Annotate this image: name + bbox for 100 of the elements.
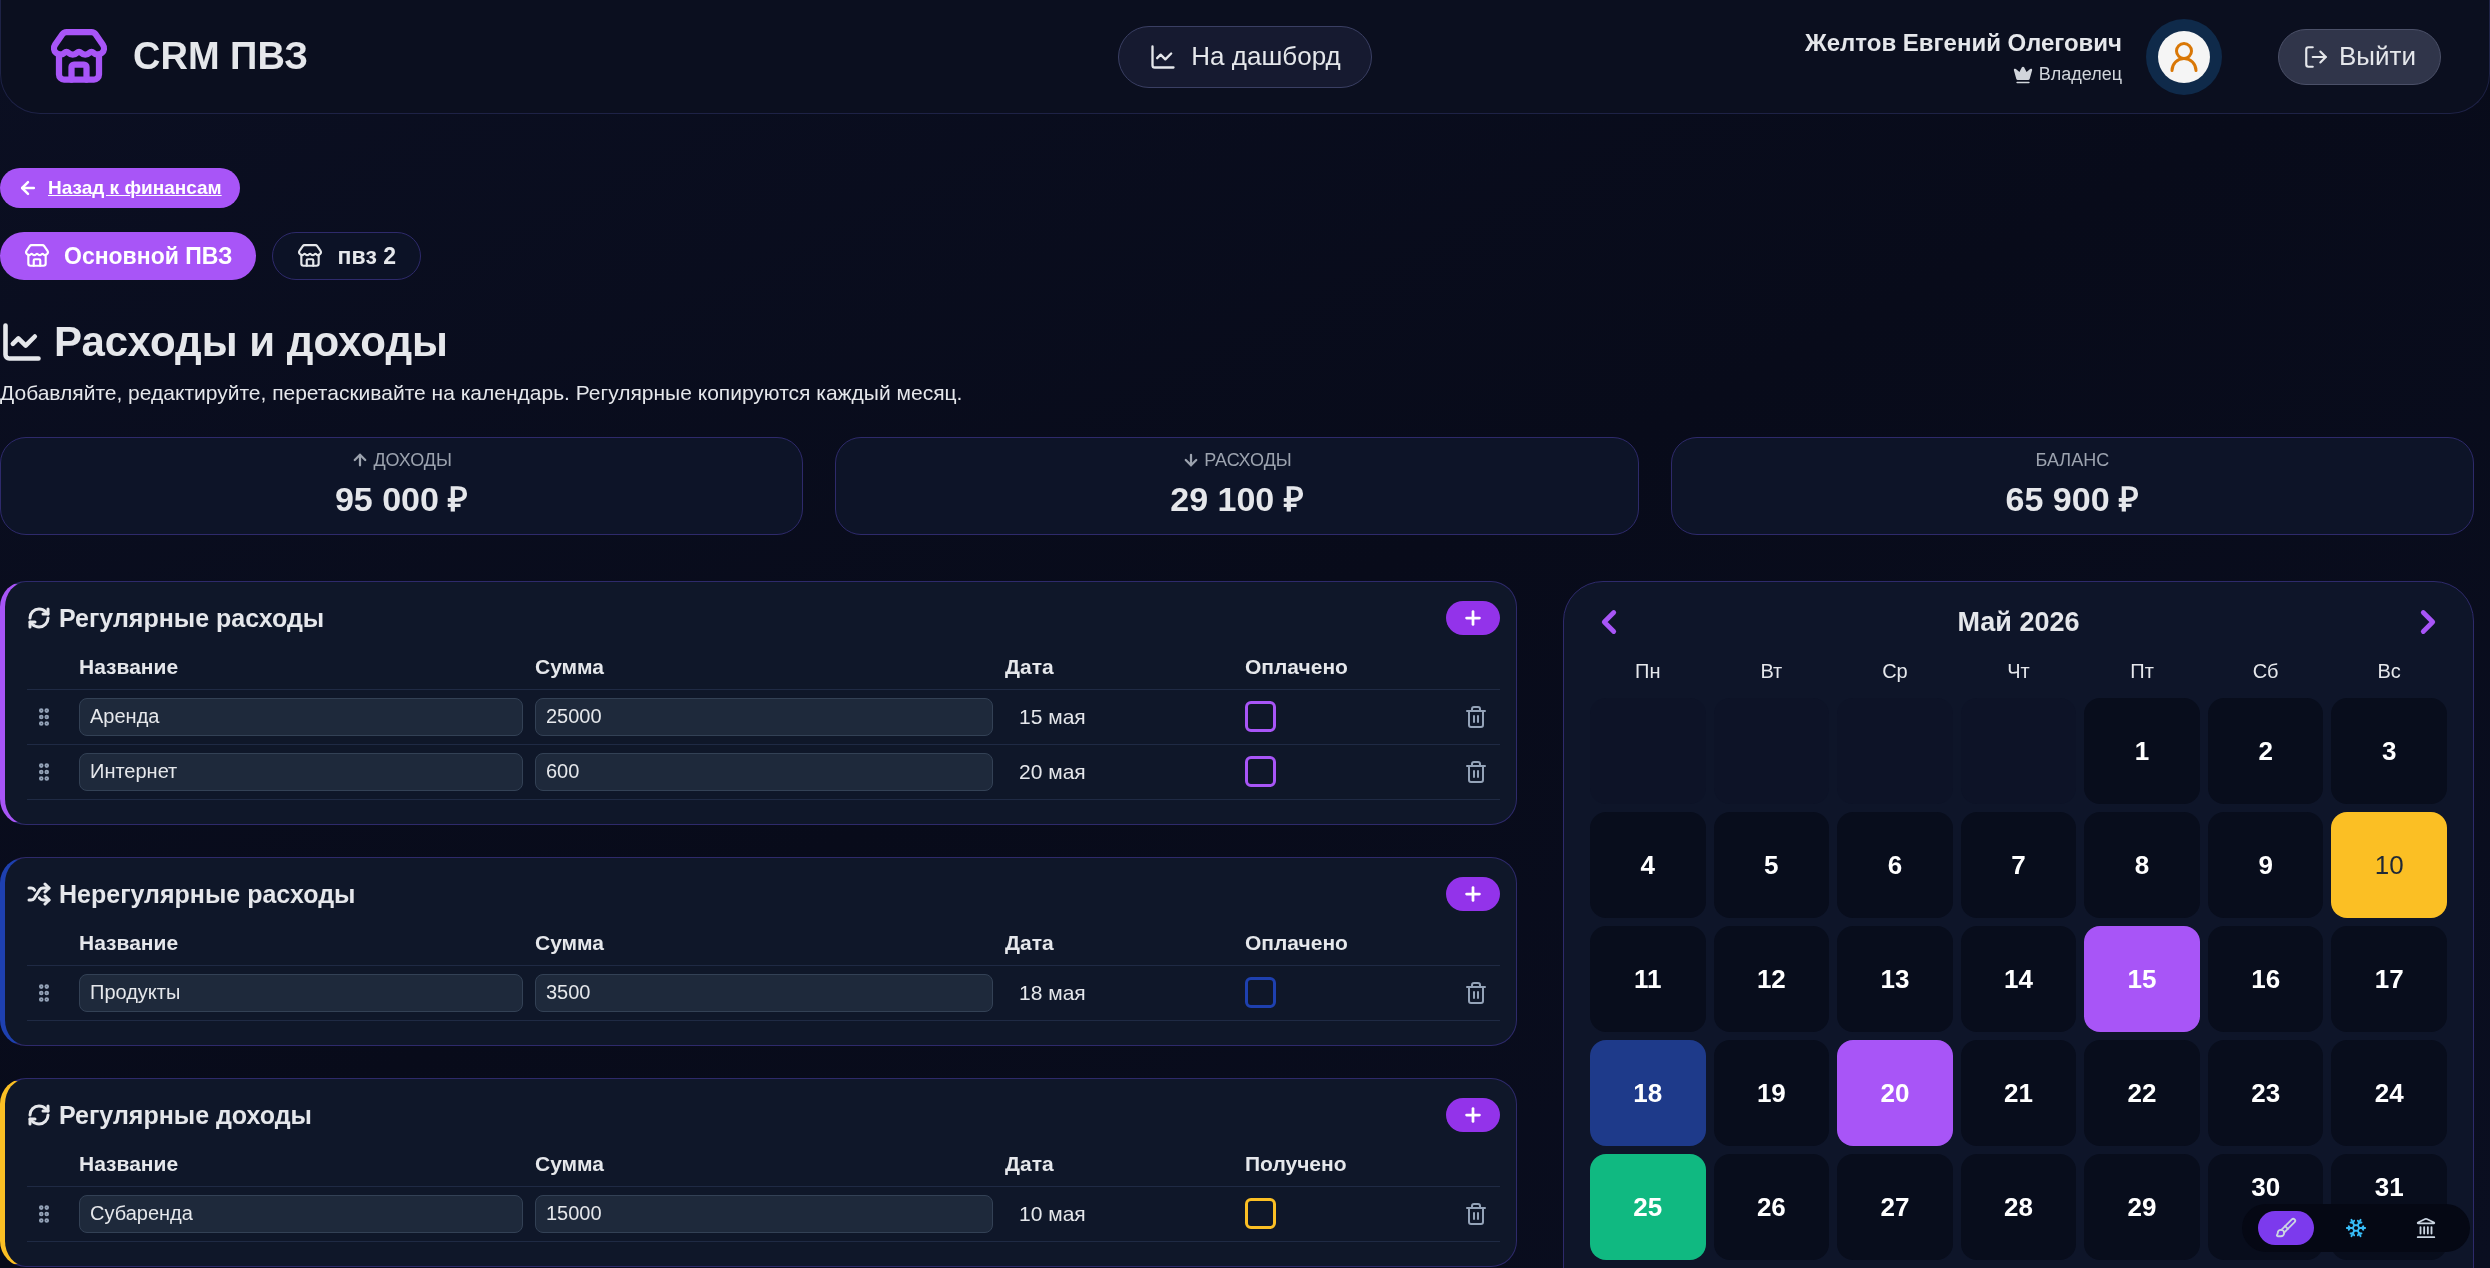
back-link[interactable]: Назад к финансам: [0, 168, 240, 208]
chart-icon: [1149, 42, 1178, 71]
day-cell[interactable]: 29: [2084, 1154, 2200, 1260]
month-title: Май 2026: [1957, 605, 2080, 639]
store-icon: [297, 243, 324, 269]
section-title: Нерегулярные расходы: [59, 878, 356, 910]
date-text: 10 мая: [1018, 1200, 1087, 1227]
stat-value: 29 100 ₽: [1170, 478, 1304, 520]
day-cell[interactable]: 6: [1837, 812, 1953, 918]
delete-icon[interactable]: [1464, 704, 1488, 729]
name-field[interactable]: Аренда: [79, 697, 523, 736]
brush-icon: [2275, 1217, 2297, 1239]
amount-field[interactable]: 25000: [535, 697, 993, 736]
app-name: CRM ПВЗ: [133, 34, 309, 79]
day-cell[interactable]: 14: [1960, 926, 2077, 1032]
day-cell[interactable]: 2: [2207, 698, 2324, 804]
point-tab[interactable]: пвз 2: [272, 232, 422, 280]
day-cell[interactable]: 3: [2331, 698, 2447, 804]
day-cell[interactable]: 13: [1837, 926, 1953, 1032]
name-field[interactable]: Интернет: [79, 752, 523, 791]
section-icon: [27, 882, 51, 907]
store-icon: [24, 243, 50, 269]
day-cell[interactable]: 7: [1960, 812, 2077, 918]
delete-icon[interactable]: [1464, 980, 1488, 1005]
day-cell[interactable]: 28: [1960, 1154, 2077, 1260]
stat-label: БАЛАНС: [2035, 448, 2110, 472]
day-cell[interactable]: 9: [2207, 812, 2324, 918]
crown-icon: [2012, 64, 2033, 85]
point-tab[interactable]: Основной ПВЗ: [0, 232, 257, 280]
amount-field[interactable]: 15000: [535, 1194, 993, 1233]
weekday-label: Ср: [1881, 659, 1909, 684]
column-header: Оплачено: [1245, 930, 1349, 956]
column-header: Дата: [1005, 930, 1055, 956]
add-button[interactable]: [1446, 877, 1500, 912]
column-header: Название: [79, 1151, 180, 1177]
paid-checkbox[interactable]: [1245, 756, 1276, 787]
day-cell[interactable]: 5: [1713, 812, 1830, 918]
delete-icon[interactable]: [1464, 1201, 1488, 1226]
weekday-label: Пт: [2129, 659, 2155, 684]
column-header: Сумма: [535, 1151, 606, 1177]
name-field[interactable]: Субаренда: [79, 1194, 523, 1233]
day-cell[interactable]: 23: [2207, 1040, 2324, 1146]
day-cell[interactable]: 24: [2331, 1040, 2447, 1146]
section-icon: [27, 606, 51, 631]
logout-icon: [2303, 43, 2329, 70]
page-title: Расходы и доходы: [54, 317, 448, 367]
stat-label: РАСХОДЫ: [1204, 448, 1292, 472]
delete-icon[interactable]: [1464, 759, 1488, 784]
day-cell[interactable]: 20: [1837, 1040, 1953, 1146]
column-header: Оплачено: [1245, 654, 1349, 680]
day-cell[interactable]: 27: [1837, 1154, 1953, 1260]
dashboard-button[interactable]: На дашборд: [1118, 25, 1372, 88]
day-cell[interactable]: 15: [2084, 926, 2200, 1032]
date-text: 20 мая: [1018, 758, 1087, 785]
date-text: 18 мая: [1018, 979, 1087, 1006]
weekday-label: Пн: [1634, 659, 1662, 684]
column-header: Дата: [1005, 654, 1055, 680]
column-header: Название: [79, 654, 180, 680]
page-subtitle: Добавляйте, редактируйте, перетаскивайте на календарь. Регулярные копируются каждый месяц.: [0, 380, 964, 406]
user-name: Желтов Евгений Олегович: [1805, 28, 2122, 58]
day-cell[interactable]: 11: [1590, 926, 1706, 1032]
section-title: Регулярные расходы: [59, 602, 325, 634]
day-cell[interactable]: 16: [2207, 926, 2324, 1032]
date-text: 15 мая: [1018, 703, 1087, 730]
bank-icon: [2415, 1217, 2437, 1239]
day-cell[interactable]: 12: [1713, 926, 1830, 1032]
day-cell[interactable]: 10: [2331, 812, 2447, 918]
snowflake-icon: [2345, 1217, 2367, 1239]
amount-field[interactable]: 600: [535, 752, 993, 791]
day-cell[interactable]: 18: [1590, 1040, 1706, 1146]
add-button[interactable]: [1446, 1098, 1500, 1133]
stat-value: 95 000 ₽: [334, 478, 469, 520]
weekday-label: Чт: [2006, 659, 2031, 684]
amount-field[interactable]: 3500: [535, 973, 993, 1012]
stat-label: ДОХОДЫ: [373, 448, 452, 472]
day-cell[interactable]: 21: [1960, 1040, 2077, 1146]
name-field[interactable]: Продукты: [79, 973, 523, 1012]
day-cell[interactable]: 17: [2331, 926, 2447, 1032]
day-cell[interactable]: 8: [2084, 812, 2200, 918]
paid-checkbox[interactable]: [1245, 977, 1276, 1008]
user-role: Владелец: [2038, 63, 2122, 86]
day-cell[interactable]: 1: [2084, 698, 2200, 804]
weekday-label: Сб: [2251, 659, 2280, 684]
theme-button[interactable]: [2258, 1211, 2314, 1245]
column-header: Получено: [1245, 1151, 1348, 1177]
column-header: Сумма: [535, 930, 606, 956]
column-header: Сумма: [535, 654, 606, 680]
section-icon: [27, 1103, 51, 1128]
day-cell[interactable]: 22: [2084, 1040, 2200, 1146]
day-cell[interactable]: 4: [1590, 812, 1706, 918]
stat-value: 65 900 ₽: [2005, 478, 2140, 520]
section-title: Регулярные доходы: [59, 1099, 312, 1131]
column-header: Название: [79, 930, 180, 956]
paid-checkbox[interactable]: [1245, 701, 1276, 732]
add-button[interactable]: [1446, 601, 1500, 636]
column-header: Дата: [1005, 1151, 1055, 1177]
weekday-label: Вт: [1759, 659, 1784, 684]
logout-button[interactable]: Выйти: [2278, 28, 2441, 85]
day-cell[interactable]: 26: [1713, 1154, 1830, 1260]
day-cell[interactable]: 19: [1713, 1040, 1830, 1146]
